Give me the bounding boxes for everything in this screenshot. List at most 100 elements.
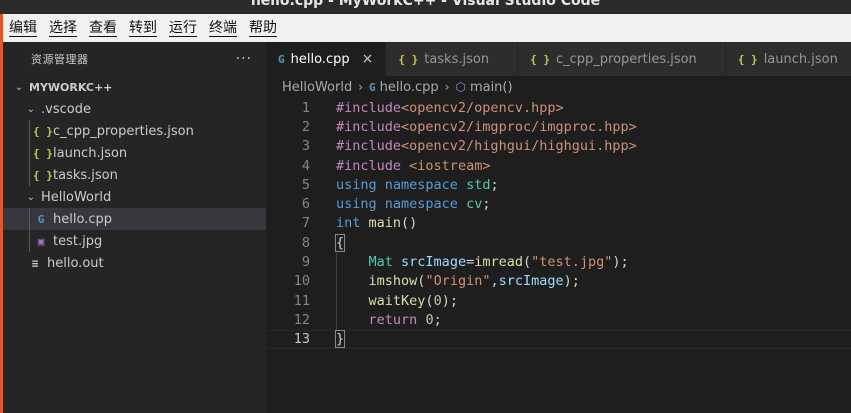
workspace-root[interactable]: ⌄ MYWORKC++: [3, 76, 266, 98]
tab-c-cpp-properties[interactable]: { } c_cpp_properties.json: [518, 42, 726, 76]
code-text: }: [334, 330, 346, 349]
code-text: imshow("Origin",srcImage);: [368, 273, 580, 290]
code-line[interactable]: 10 imshow("Origin",srcImage);: [266, 272, 851, 291]
tab-launch-json[interactable]: { } launch.json: [725, 42, 851, 76]
code-line[interactable]: 13}: [266, 329, 851, 349]
tab-label: tasks.json: [424, 51, 490, 67]
code-line[interactable]: 9 Mat srcImage=imread("test.jpg");: [266, 252, 851, 271]
code-text: {: [334, 233, 346, 252]
breadcrumb-folder[interactable]: HelloWorld: [282, 80, 352, 95]
indent-guide: [29, 208, 30, 230]
tree-item-label: hello.out: [47, 255, 104, 271]
breadcrumb-symbol[interactable]: main(): [470, 80, 513, 95]
line-number: 9: [301, 254, 310, 271]
indent-guide: [29, 142, 30, 164]
code-text: waitKey(0);: [368, 292, 458, 309]
breadcrumb: HelloWorld › G hello.cpp › ⬡ main(): [266, 76, 851, 98]
tab-label: hello.cpp: [290, 51, 350, 67]
tree-item-label: HelloWorld: [41, 189, 112, 205]
menu-bar: 编辑 选择 查看 转到 运行 终端 帮助: [0, 14, 851, 42]
tab-tasks-json[interactable]: { } tasks.json: [386, 42, 519, 76]
code-text: #include<opencv2/opencv.hpp>: [336, 99, 564, 116]
tab-hello-cpp[interactable]: G hello.cpp ×: [266, 42, 387, 76]
tree-file-tasks[interactable]: { } tasks.json: [3, 164, 266, 186]
code-line[interactable]: 1 #include<opencv2/opencv.hpp>: [266, 98, 851, 117]
editor-tab-bar: G hello.cpp × { } tasks.json { } c_cpp_p…: [266, 42, 851, 76]
workspace-root-label: MYWORKC++: [29, 80, 113, 94]
tree-item-label: .vscode: [41, 101, 91, 117]
code-text: int main(): [336, 215, 418, 232]
chevron-down-icon: ⌄: [26, 103, 36, 115]
menu-view[interactable]: 查看: [89, 20, 117, 37]
json-icon: { }: [33, 124, 53, 138]
code-line[interactable]: 2 #include<opencv2/imgproc/imgproc.hpp>: [266, 117, 851, 136]
indent-guide: [29, 120, 30, 142]
line-number: 6: [301, 196, 310, 213]
code-text: #include <iostream>: [336, 157, 491, 174]
breadcrumb-file[interactable]: hello.cpp: [380, 80, 439, 95]
tree-folder-helloworld[interactable]: ⌄ HelloWorld: [3, 186, 266, 208]
code-text: Mat srcImage=imread("test.jpg");: [368, 254, 629, 271]
json-icon: { }: [398, 52, 419, 66]
menu-terminal[interactable]: 终端: [209, 20, 237, 37]
window-title: hello.cpp - MyWorkC++ - Visual Studio Co…: [250, 0, 601, 9]
indent-guide: [29, 164, 30, 186]
close-icon[interactable]: ×: [362, 51, 374, 67]
more-actions-icon[interactable]: ···: [236, 51, 252, 67]
lines-icon: ≡: [31, 256, 39, 270]
tree-item-label: launch.json: [53, 145, 128, 161]
tree-item-label: tasks.json: [53, 167, 118, 183]
code-text: return 0;: [368, 311, 442, 328]
code-line[interactable]: 6 using namespace cv;: [266, 194, 851, 213]
menu-help[interactable]: 帮助: [249, 20, 277, 37]
menu-selection[interactable]: 选择: [49, 20, 77, 37]
tab-label: c_cpp_properties.json: [555, 51, 697, 67]
tree-file-hello-out[interactable]: ≡ hello.out: [3, 252, 266, 274]
code-text: #include<opencv2/imgproc/imgproc.hpp>: [336, 118, 637, 135]
method-cube-icon: ⬡: [455, 80, 466, 94]
line-number: 12: [293, 311, 310, 328]
tree-folder-vscode[interactable]: ⌄ .vscode: [3, 98, 266, 120]
code-line[interactable]: 4 #include <iostream>: [266, 156, 851, 175]
indent-guide: [29, 230, 30, 252]
code-editor[interactable]: 1 #include<opencv2/opencv.hpp> 2 #include<o…: [266, 98, 851, 413]
menu-run[interactable]: 运行: [169, 20, 197, 37]
cpp-file-icon: G: [37, 212, 45, 226]
code-line[interactable]: 3 #include<opencv2/highgui/highgui.hpp>: [266, 137, 851, 156]
chevron-right-icon: ›: [358, 80, 364, 94]
code-line[interactable]: 12 return 0;: [266, 310, 851, 329]
line-number: 1: [301, 99, 310, 116]
explorer-header: 资源管理器 ···: [3, 42, 266, 76]
chevron-down-icon: ⌄: [26, 191, 36, 203]
tree-file-test-jpg[interactable]: ▣ test.jpg: [3, 230, 266, 252]
code-text: #include<opencv2/highgui/highgui.hpp>: [336, 138, 637, 155]
menu-go[interactable]: 转到: [129, 20, 157, 37]
line-number: 11: [293, 292, 310, 309]
code-line[interactable]: 5 using namespace std;: [266, 175, 851, 194]
tree-item-label: hello.cpp: [53, 211, 112, 227]
line-number: 7: [301, 215, 310, 232]
code-line[interactable]: 8{: [266, 233, 851, 252]
json-icon: { }: [33, 168, 53, 182]
line-number: 8: [301, 234, 310, 251]
json-icon: { }: [737, 52, 758, 66]
line-number: 13: [293, 331, 310, 348]
line-number: 10: [293, 273, 310, 290]
cpp-file-icon: G: [369, 80, 376, 94]
menu-edit[interactable]: 编辑: [9, 20, 37, 37]
json-icon: { }: [33, 146, 53, 160]
code-text: using namespace cv;: [336, 196, 491, 213]
tab-label: launch.json: [763, 51, 838, 67]
tree-file-hello-cpp[interactable]: G hello.cpp: [3, 208, 266, 230]
explorer-sidebar: 资源管理器 ··· ⌄ MYWORKC++ ⌄ .vscode { } c_cp…: [0, 42, 266, 413]
chevron-down-icon: ⌄: [14, 81, 24, 93]
tree-item-label: c_cpp_properties.json: [53, 123, 194, 139]
cpp-file-icon: G: [278, 52, 285, 66]
line-number: 3: [301, 138, 310, 155]
tree-file-launch[interactable]: { } launch.json: [3, 142, 266, 164]
json-icon: { }: [530, 52, 550, 66]
tree-file-c-cpp-properties[interactable]: { } c_cpp_properties.json: [3, 120, 266, 142]
code-line[interactable]: 7 int main(): [266, 214, 851, 233]
code-lines: 1 #include<opencv2/opencv.hpp> 2 #include<o…: [266, 98, 851, 349]
code-line[interactable]: 11 waitKey(0);: [266, 291, 851, 310]
